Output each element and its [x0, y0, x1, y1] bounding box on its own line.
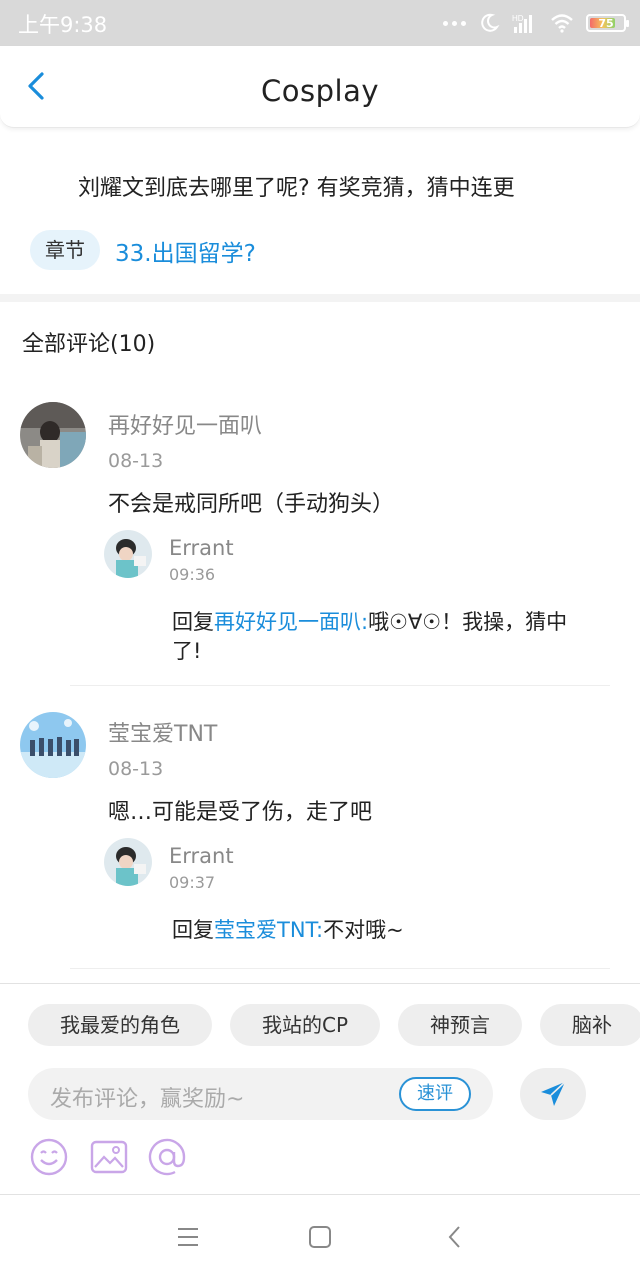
send-icon — [541, 1081, 566, 1106]
comment-author[interactable]: 再好好见一面叭 — [108, 408, 262, 440]
reply-text: 回复莹宝爱TNT:不对哦~ — [172, 916, 592, 945]
chapter-link[interactable]: 33.出国留学? — [115, 234, 256, 268]
avatar[interactable] — [20, 402, 86, 468]
status-time: 上午9:38 — [18, 13, 108, 37]
svg-text:HD: HD — [512, 14, 524, 23]
tag-chip[interactable]: 脑补 — [540, 1004, 640, 1046]
send-button[interactable] — [520, 1068, 586, 1120]
tag-chip[interactable]: 神预言 — [398, 1004, 523, 1046]
app-header: Cosplay — [0, 46, 640, 128]
reply-mention[interactable]: 莹宝爱TNT: — [214, 918, 323, 942]
comment-input[interactable]: 发布评论，赢奖励~ 速评 — [28, 1068, 493, 1120]
reply-prefix: 回复 — [172, 610, 214, 634]
topic-text: 刘耀文到底去哪里了呢? 有奖竞猜，猜中连更 — [78, 176, 515, 201]
page-title: Cosplay — [261, 74, 379, 108]
emoji-icon[interactable] — [28, 1136, 70, 1178]
tag-chip[interactable]: 我站的CP — [230, 1004, 381, 1046]
image-icon[interactable] — [88, 1136, 130, 1178]
status-bar: 上午9:38 HD 75 — [0, 0, 640, 46]
battery-icon: 75 — [586, 14, 629, 32]
back-triangle-icon[interactable] — [440, 1222, 470, 1252]
quick-tags: 我最爱的角色 我站的CP 神预言 脑补 — [28, 1004, 640, 1046]
wifi-icon — [551, 14, 573, 33]
reply-avatar[interactable] — [104, 838, 152, 886]
system-nav-bar — [0, 1196, 640, 1280]
comments-count-title: 全部评论(10) — [22, 332, 156, 357]
moon-icon — [481, 13, 500, 32]
signal-icon: HD — [512, 14, 532, 33]
comment-text: 嗯…可能是受了伤，走了吧 — [108, 800, 373, 825]
chapter-badge: 章节 — [30, 230, 100, 270]
comment-date: 08-13 — [108, 450, 164, 472]
status-icons: HD 75 — [443, 8, 629, 38]
mention-icon[interactable] — [146, 1136, 188, 1178]
reply-avatar[interactable] — [104, 530, 152, 578]
comment-placeholder: 发布评论，赢奖励~ — [50, 1087, 245, 1112]
reply-mention[interactable]: 再好好见一面叭: — [214, 610, 368, 634]
reply-author[interactable]: Errant — [169, 536, 234, 560]
reply-text: 回复再好好见一面叭:哦☉∀☉！我操，猜中了! — [172, 608, 592, 666]
reply-time: 09:36 — [169, 565, 216, 584]
tag-chip[interactable]: 我最爱的角色 — [28, 1004, 212, 1046]
comment-author[interactable]: 莹宝爱TNT — [108, 716, 217, 748]
comment-input-panel: 我最爱的角色 我站的CP 神预言 脑补 发布评论，赢奖励~ 速评 — [0, 983, 640, 1195]
comment-item: 再好好见一面叭 08-13 不会是戒同所吧（手动狗头） Errant 09:36… — [0, 400, 640, 685]
menu-icon[interactable] — [173, 1222, 203, 1252]
comment-date: 08-13 — [108, 758, 164, 780]
section-divider — [0, 294, 640, 302]
comment-divider — [70, 968, 610, 969]
home-square-icon[interactable] — [305, 1222, 335, 1252]
quick-comment-button[interactable]: 速评 — [399, 1077, 471, 1111]
reply-time: 09:37 — [169, 873, 216, 892]
reply-body: 不对哦~ — [323, 918, 404, 942]
reply-author[interactable]: Errant — [169, 844, 234, 868]
more-dots-icon — [443, 20, 466, 26]
comment-item: 莹宝爱TNT 08-13 嗯…可能是受了伤，走了吧 Errant 09:37 回… — [0, 710, 640, 970]
comment-divider — [70, 685, 610, 686]
reply-prefix: 回复 — [172, 918, 214, 942]
avatar[interactable] — [20, 712, 86, 778]
comment-text: 不会是戒同所吧（手动狗头） — [108, 492, 395, 517]
